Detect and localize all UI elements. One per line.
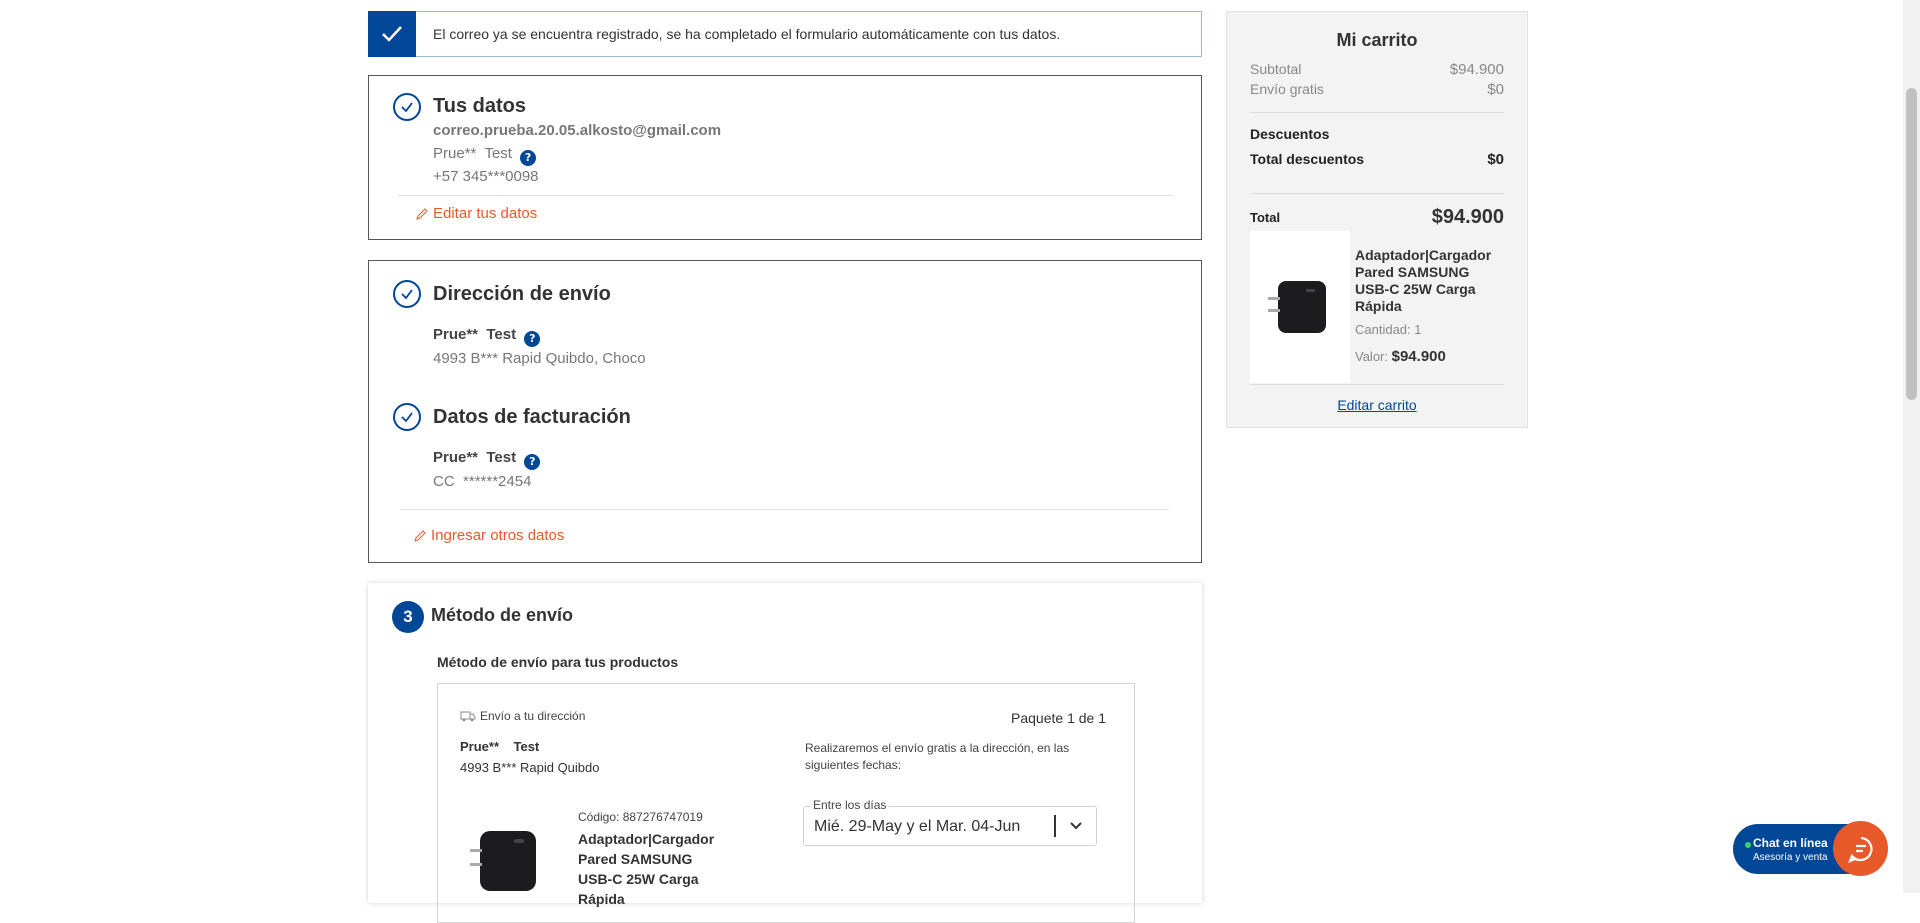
first-name: Prue** xyxy=(433,326,479,343)
total-label: Total xyxy=(1250,210,1281,225)
scrollbar-thumb[interactable] xyxy=(1906,88,1917,400)
first-name: Prue** xyxy=(433,145,477,162)
charger-image xyxy=(470,831,536,891)
chat-subtitle: Asesoría y venta xyxy=(1753,852,1828,863)
total-discounts-value: $0 xyxy=(1487,151,1504,168)
delivery-dates-select[interactable]: Entre los días Mié. 29-May y el Mar. 04-… xyxy=(803,798,1097,846)
product-code: Código: 887276747019 xyxy=(578,810,703,824)
divider xyxy=(401,509,1169,510)
cart-product-image xyxy=(1250,231,1350,383)
shipping-name: Prue** Test ? xyxy=(433,326,541,347)
chat-button[interactable] xyxy=(1833,821,1888,876)
divider xyxy=(398,195,1172,196)
delivery-dates-legend: Entre los días xyxy=(810,798,890,812)
delivery-type-label: Envío a tu dirección xyxy=(480,709,586,723)
shipping-method-title: Método de envío xyxy=(431,605,574,625)
cart-product-name: Adaptador|Cargador Pared SAMSUNG USB-C 2… xyxy=(1355,247,1492,314)
billing-name: Prue** Test ? xyxy=(433,449,541,470)
check-icon xyxy=(368,11,416,57)
online-status-dot xyxy=(1745,842,1751,848)
other-billing-data-label: Ingresar otros datos xyxy=(431,527,565,544)
chat-bubble-icon xyxy=(1847,836,1873,863)
divider xyxy=(1250,384,1504,385)
cart-price: Valor: $94.900 xyxy=(1355,348,1446,365)
product-image xyxy=(462,819,546,899)
personal-data-card: Tus datos correo.prueba.20.05.alkosto@gm… xyxy=(368,75,1202,240)
autofill-notice: El correo ya se encuentra registrado, se… xyxy=(368,11,1202,57)
discounts-label: Descuentos xyxy=(1250,126,1330,142)
subtotal-row: Subtotal $94.900 xyxy=(1250,61,1504,78)
personal-name: Prue** Test ? xyxy=(433,145,537,166)
shipping-value: $0 xyxy=(1487,81,1504,98)
total-discounts-row: Total descuentos $0 xyxy=(1250,151,1504,168)
delivery-type: Envío a tu dirección xyxy=(460,709,585,723)
help-icon[interactable]: ? xyxy=(520,150,537,166)
subtotal-value: $94.900 xyxy=(1449,61,1504,78)
subtotal-label: Subtotal xyxy=(1250,61,1302,77)
shipping-method-card: 3 Método de envío Método de envío para t… xyxy=(368,583,1202,923)
edit-personal-data-link[interactable]: Editar tus datos xyxy=(415,205,537,222)
recipient-name: Prue** Test xyxy=(460,739,539,754)
pencil-icon xyxy=(416,207,428,220)
package-box: Envío a tu dirección Paquete 1 de 1 Prue… xyxy=(437,683,1135,923)
address-billing-card: Dirección de envío Prue** Test ? 4993 B*… xyxy=(368,260,1202,563)
total-value: $94.900 xyxy=(1431,206,1504,228)
cart-price-value: $94.900 xyxy=(1391,348,1446,365)
step-complete-icon xyxy=(393,93,421,121)
edit-cart-link[interactable]: Editar carrito xyxy=(1227,397,1527,413)
shipping-address-value: 4993 B*** Rapid Quibdo, Choco xyxy=(433,350,646,367)
personal-data-title: Tus datos xyxy=(433,95,526,117)
discounts-row: Descuentos xyxy=(1250,126,1504,142)
shipping-label: Envío gratis xyxy=(1250,81,1324,97)
shipping-row: Envío gratis $0 xyxy=(1250,81,1504,98)
step-complete-icon xyxy=(393,403,421,431)
help-icon[interactable]: ? xyxy=(524,331,541,347)
pencil-icon xyxy=(414,529,426,542)
divider xyxy=(1250,193,1504,194)
document-number: ******2454 xyxy=(463,473,532,490)
chat-title: Chat en línea xyxy=(1753,836,1828,850)
cart-summary: Mi carrito Subtotal $94.900 Envío gratis… xyxy=(1226,11,1528,428)
divider xyxy=(1250,112,1504,113)
phone-value: +57 345***0098 xyxy=(433,168,539,185)
total-row: Total $94.900 xyxy=(1250,206,1504,229)
recipient-address: 4993 B*** Rapid Quibdo xyxy=(460,760,600,775)
package-count: Paquete 1 de 1 xyxy=(1011,710,1106,726)
billing-document: CC ******2454 xyxy=(433,473,531,490)
last-name: Test xyxy=(486,326,517,343)
cart-quantity: Cantidad: 1 xyxy=(1355,322,1422,337)
first-name: Prue** xyxy=(433,449,479,466)
last-name: Test xyxy=(484,145,512,162)
shipping-method-subtitle: Método de envío para tus productos xyxy=(437,654,679,670)
cart-title: Mi carrito xyxy=(1336,30,1418,50)
delivery-info-text: Realizaremos el envío gratis a la direcc… xyxy=(805,741,1070,772)
chevron-down-icon xyxy=(1070,822,1082,830)
first-name: Prue** xyxy=(460,739,500,754)
last-name: Test xyxy=(486,449,517,466)
help-icon[interactable]: ? xyxy=(524,454,541,470)
billing-title: Datos de facturación xyxy=(433,406,631,428)
charger-image xyxy=(1268,281,1326,333)
other-billing-data-link[interactable]: Ingresar otros datos xyxy=(413,527,564,544)
delivery-dates-value: Mié. 29-May y el Mar. 04-Jun xyxy=(814,818,1021,835)
edit-personal-data-label: Editar tus datos xyxy=(433,205,538,222)
truck-icon xyxy=(460,711,476,722)
last-name: Test xyxy=(513,739,540,754)
notice-text: El correo ya se encuentra registrado, se… xyxy=(433,26,1061,42)
product-name: Adaptador|Cargador Pared SAMSUNG USB-C 2… xyxy=(578,831,715,907)
step-complete-icon xyxy=(393,280,421,308)
select-separator xyxy=(1054,815,1056,837)
document-type: CC xyxy=(433,473,455,490)
cart-price-label: Valor: xyxy=(1355,349,1388,364)
total-discounts-label: Total descuentos xyxy=(1250,151,1365,167)
email-value: correo.prueba.20.05.alkosto@gmail.com xyxy=(433,122,722,139)
step-number-badge: 3 xyxy=(392,601,424,633)
shipping-address-title: Dirección de envío xyxy=(433,283,611,305)
